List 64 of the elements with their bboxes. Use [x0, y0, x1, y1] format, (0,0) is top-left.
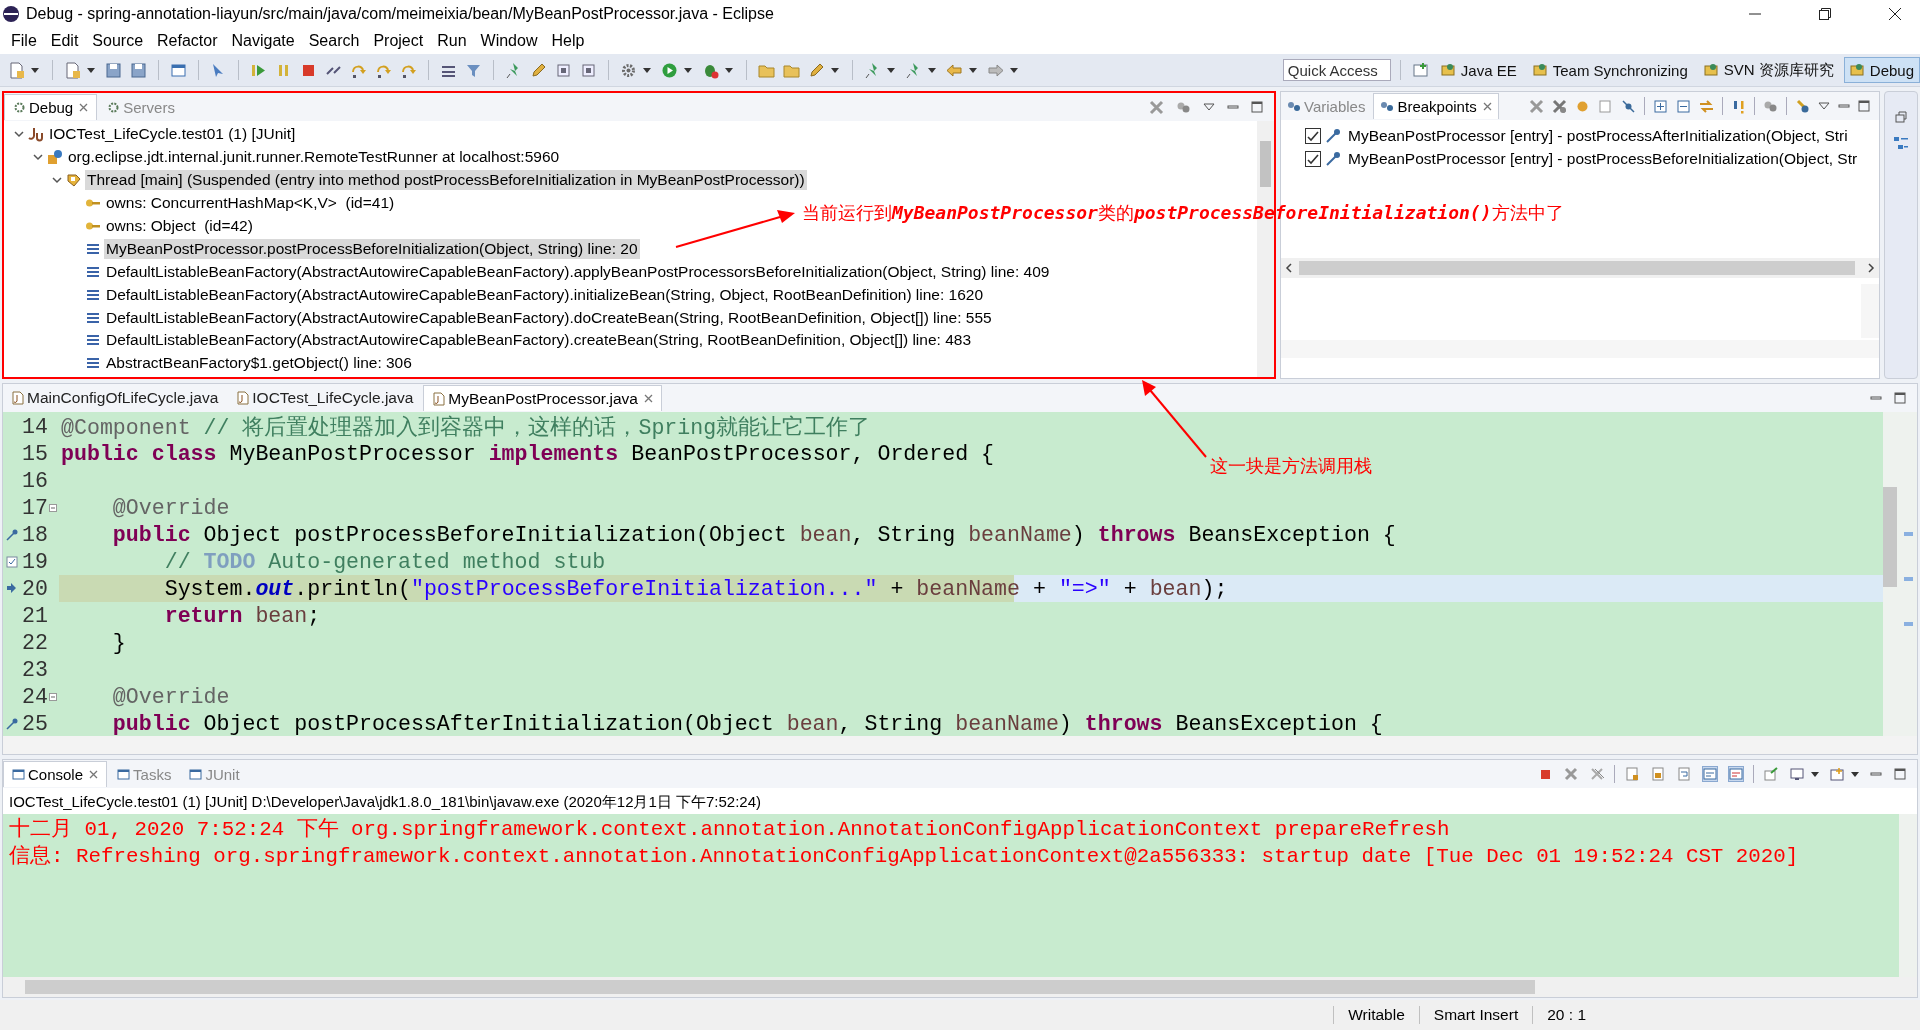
- editor-tab[interactable]: MyBeanPostProcessor.java: [423, 385, 662, 411]
- tree-item[interactable]: owns: ConcurrentHashMap<K,V> (id=41): [104, 193, 397, 214]
- code-line: @Override: [111, 684, 230, 709]
- view-tab[interactable]: Breakpoints: [1373, 93, 1499, 119]
- code-line: }: [111, 630, 126, 655]
- menu-item[interactable]: Refactor: [150, 32, 225, 50]
- breakpoint-item[interactable]: MyBeanPostProcessor [entry] - postProcessAfterInitialization(Object, Stri: [1348, 126, 1848, 145]
- line-number: 16: [22, 468, 48, 493]
- line-number: 21: [22, 603, 48, 628]
- menu-item[interactable]: Navigate: [224, 32, 302, 50]
- quick-access-field[interactable]: Quick Access: [1282, 59, 1391, 81]
- console-line: 十二月 01, 2020 7:52:24 下午 org.springframework.context.annotation.AnnotationConfigApplicationContext prepareRefresh: [9, 816, 1451, 843]
- view-tab[interactable]: Debug: [4, 94, 98, 120]
- status-field: Smart Insert: [1418, 1006, 1533, 1024]
- tree-item[interactable]: DefaultListableBeanFactory(AbstractAutowireCapableBeanFactory).createBean(String, RootBeanDefinition, Object[]) line: 483: [104, 330, 973, 351]
- menu-item[interactable]: Project: [366, 32, 431, 50]
- line-number: 19: [22, 549, 48, 574]
- menu-item[interactable]: Edit: [43, 32, 86, 50]
- line-number: 24: [22, 684, 48, 709]
- code-line: @Component // 将后置处理器加入到容器中，这样的话，Spring就能让它工作了: [61, 414, 871, 441]
- perspective-button[interactable]: SVN 资源库研究: [1697, 57, 1840, 83]
- tree-item[interactable]: Thread [main] (Suspended (entry into method postProcessBeforeInitialization in MyBeanPostProcessor)): [85, 170, 807, 191]
- menu-item[interactable]: Help: [544, 32, 592, 50]
- line-number: 18: [22, 522, 48, 547]
- line-number: 23: [22, 657, 48, 682]
- console-line: 信息: Refreshing org.springframework.context.annotation.AnnotationConfigApplicationContext@2a556333: startup date [Tue Dec 01 19:52:24 CST 2020]: [9, 844, 1800, 870]
- tree-item[interactable]: org.eclipse.jdt.internal.junit.runner.RemoteTestRunner at localhost:5960: [66, 147, 562, 168]
- editor-tab[interactable]: IOCTest_LifeCycle.java: [228, 385, 422, 411]
- tree-item[interactable]: owns: Object (id=42): [104, 216, 255, 236]
- tree-item[interactable]: DefaultListableBeanFactory(AbstractAutowireCapableBeanFactory).applyBeanPostProcessorsBeforeInitialization(Object, String) line: 409: [104, 261, 1052, 282]
- menu-item[interactable]: Search: [301, 32, 367, 50]
- perspective-button[interactable]: Debug: [1843, 57, 1920, 83]
- tree-item[interactable]: IOCTest_LifeCycle.test01 (1) [JUnit]: [47, 124, 298, 145]
- editor-tab[interactable]: MainConfigOfLifeCycle.java: [3, 385, 227, 411]
- view-tab[interactable]: Console: [3, 761, 108, 787]
- line-number: 22: [22, 630, 48, 655]
- status-field: 20 : 1: [1532, 1006, 1600, 1024]
- code-line: // TODO Auto-generated method stub: [163, 549, 606, 574]
- code-line: @Override: [111, 495, 230, 520]
- line-number: 14: [22, 414, 48, 439]
- menu-item[interactable]: File: [4, 32, 44, 50]
- process-label: IOCTest_LifeCycle.test01 (1) [JUnit] D:\Developer\Java\jdk1.8.0_181\bin\javaw.exe (2020年12月1日 下午7:52:24): [8, 792, 763, 812]
- breakpoint-item[interactable]: MyBeanPostProcessor [entry] - postProcessBeforeInitialization(Object, Str: [1348, 149, 1858, 168]
- perspective-button[interactable]: Team Synchronizing: [1526, 57, 1694, 83]
- tree-item[interactable]: AbstractBeanFactory$1.getObject() line: 306: [104, 353, 414, 374]
- tree-item[interactable]: DefaultListableBeanFactory(AbstractAutowireCapableBeanFactory).initializeBean(String, Object, RootBeanDefinition) line: 1620: [104, 284, 986, 305]
- line-number: 17: [22, 495, 48, 520]
- code-line: public Object postProcessBeforeInitialization(Object bean, String beanName) throws BeansException {: [111, 522, 1396, 547]
- code-line: return bean;: [163, 603, 321, 628]
- menu-item[interactable]: Window: [473, 32, 545, 50]
- perspective-button[interactable]: Java EE: [1434, 57, 1523, 83]
- annotation-text: 这一块是方法调用栈: [1210, 454, 1372, 478]
- status-field: Writable: [1333, 1006, 1419, 1024]
- line-number: 20: [22, 576, 48, 601]
- menu-item[interactable]: Run: [430, 32, 474, 50]
- tree-item[interactable]: MyBeanPostProcessor.postProcessBeforeInitialization(Object, String) line: 20: [104, 238, 640, 259]
- code-line: public class MyBeanPostProcessor implements BeanPostProcessor, Ordered {: [61, 441, 995, 466]
- window-title: Debug - spring-annotation-liayun/src/main/java/com/meimeixia/bean/MyBeanPostProcessor.java - Eclipse: [26, 5, 774, 23]
- menu-item[interactable]: Source: [85, 32, 151, 50]
- code-line: System.out.println("postProcessBeforeInitialization..." + beanName + "=>" + bean);: [163, 576, 1228, 601]
- line-number: 25: [22, 711, 48, 736]
- code-line: public Object postProcessAfterInitialization(Object bean, String beanName) throws BeansException {: [111, 711, 1383, 736]
- line-number: 15: [22, 441, 48, 466]
- tree-item[interactable]: DefaultListableBeanFactory(AbstractAutowireCapableBeanFactory).doCreateBean(String, RootBeanDefinition, Object[]) line: 555: [104, 307, 994, 328]
